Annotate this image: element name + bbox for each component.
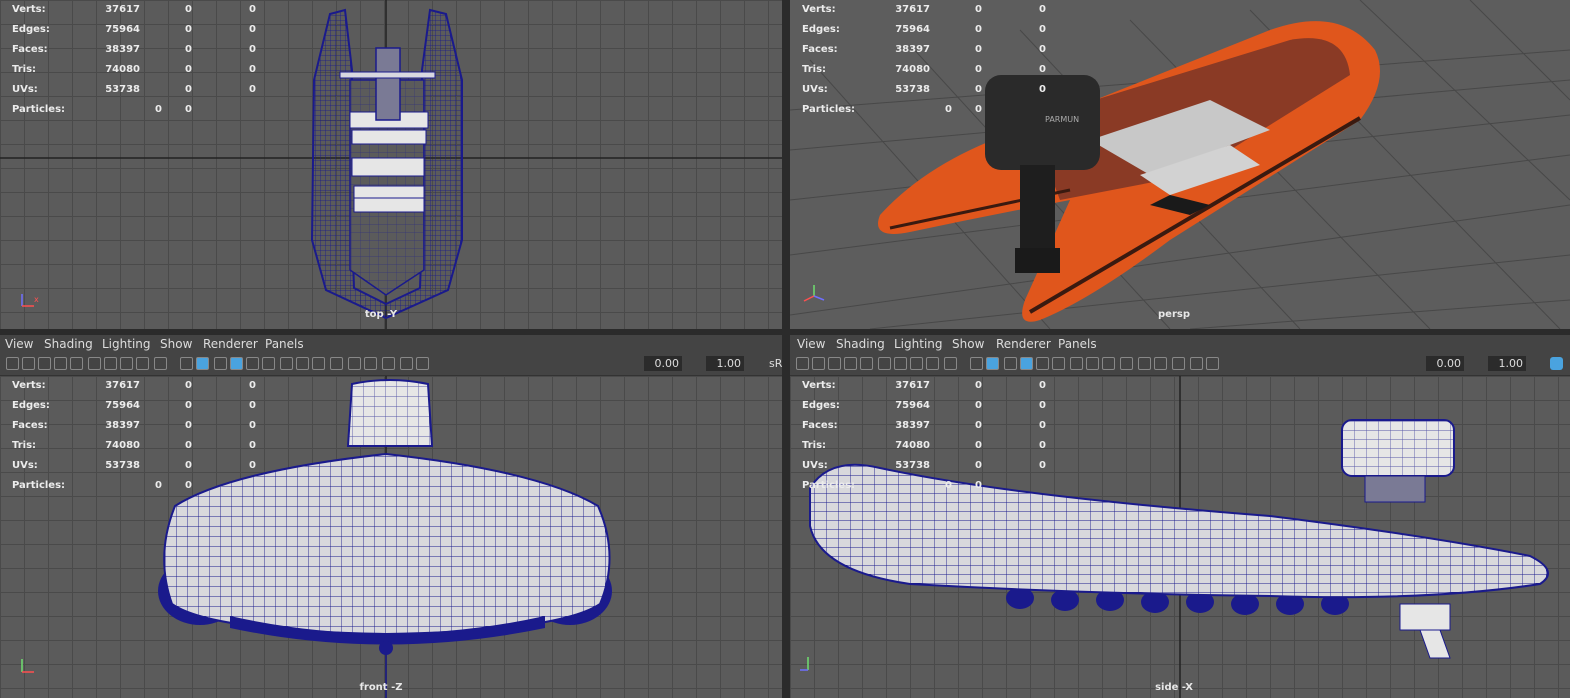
image-plane-icon[interactable] <box>844 357 857 370</box>
viewport-label-persp: persp <box>1158 309 1190 320</box>
gate-mask-icon[interactable] <box>104 357 117 370</box>
boat-persp-model: PARMUN <box>878 21 1380 322</box>
isolate-select-icon[interactable] <box>1154 357 1167 370</box>
motion-blur-icon[interactable] <box>1102 357 1115 370</box>
axis-gizmo-icon <box>803 285 825 302</box>
xray-components-icon[interactable] <box>1206 357 1219 370</box>
color-management-icon[interactable] <box>1550 357 1563 370</box>
resolution-gate-icon[interactable] <box>88 357 101 370</box>
panel-toolbar-front: 0.00 1.00 sR <box>0 353 782 376</box>
safe-title-icon[interactable] <box>154 357 167 370</box>
shadows-icon[interactable] <box>1070 357 1083 370</box>
axis-gizmo-icon <box>21 659 34 673</box>
menu-panels[interactable]: Panels <box>265 337 304 351</box>
menu-lighting[interactable]: Lighting <box>894 337 943 351</box>
viewport-label-top: top -Y <box>364 309 398 320</box>
grid-toggle-icon[interactable] <box>860 357 873 370</box>
anti-alias-icon[interactable] <box>1120 357 1133 370</box>
axis-gizmo-icon <box>800 657 809 671</box>
ambient-occlusion-icon[interactable] <box>296 357 309 370</box>
panel-menubar-side: View Shading Lighting Show Renderer Pane… <box>790 335 1570 353</box>
textured-icon[interactable] <box>1036 357 1049 370</box>
xray-joints-icon[interactable] <box>400 357 413 370</box>
camera-icon[interactable] <box>6 357 19 370</box>
motion-blur-icon[interactable] <box>312 357 325 370</box>
menu-panels[interactable]: Panels <box>1058 337 1097 351</box>
use-lights-icon[interactable] <box>262 357 275 370</box>
menu-view[interactable]: View <box>797 337 825 351</box>
camera-attrs-icon[interactable] <box>812 357 825 370</box>
camera-attrs-icon[interactable] <box>22 357 35 370</box>
viewport-side[interactable]: Verts: 37617 0 0 Edges: 75964 0 0 Faces: 38397 0… <box>790 376 1570 698</box>
menu-shading[interactable]: Shading <box>836 337 885 351</box>
panel-toolbar-side: 0.00 1.00 <box>790 353 1570 376</box>
bookmark-icon[interactable] <box>828 357 841 370</box>
textured-icon[interactable] <box>246 357 259 370</box>
gate-mask-icon[interactable] <box>894 357 907 370</box>
depth-of-field-icon[interactable] <box>348 357 361 370</box>
viewport-front[interactable]: Verts: 37617 0 0 Edges: 75964 0 0 Faces: 38397 0… <box>0 376 782 698</box>
wireframe-icon[interactable] <box>180 357 193 370</box>
svg-text:PARMUN: PARMUN <box>1045 115 1079 124</box>
gamma-field[interactable]: 1.00 <box>1488 356 1526 371</box>
default-material-icon[interactable] <box>1004 357 1017 370</box>
wireframe-icon[interactable] <box>970 357 983 370</box>
isolate-select-icon[interactable] <box>364 357 377 370</box>
field-chart-icon[interactable] <box>910 357 923 370</box>
ambient-occlusion-icon[interactable] <box>1086 357 1099 370</box>
bookmark-icon[interactable] <box>38 357 51 370</box>
viewport-label-side: side -X <box>1155 682 1193 693</box>
shadows-icon[interactable] <box>280 357 293 370</box>
wireframe-on-shaded-icon[interactable] <box>1020 357 1033 370</box>
panel-menubar-front: View Shading Lighting Show Renderer Pane… <box>0 335 782 353</box>
use-lights-icon[interactable] <box>1052 357 1065 370</box>
safe-action-icon[interactable] <box>136 357 149 370</box>
boat-front-wireframe <box>158 379 612 698</box>
safe-title-icon[interactable] <box>944 357 957 370</box>
safe-action-icon[interactable] <box>926 357 939 370</box>
exposure-field[interactable]: 0.00 <box>1426 356 1464 371</box>
xray-icon[interactable] <box>1172 357 1185 370</box>
xray-components-icon[interactable] <box>416 357 429 370</box>
smooth-shade-icon[interactable] <box>986 357 999 370</box>
boat-side-wireframe <box>809 419 1549 659</box>
depth-of-field-icon[interactable] <box>1138 357 1151 370</box>
menu-show[interactable]: Show <box>952 337 984 351</box>
wireframe-on-shaded-icon[interactable] <box>230 357 243 370</box>
viewport-splitter-vertical[interactable] <box>782 0 790 698</box>
field-chart-icon[interactable] <box>120 357 133 370</box>
gamma-field[interactable]: 1.00 <box>706 356 744 371</box>
exposure-field[interactable]: 0.00 <box>644 356 682 371</box>
svg-text:x: x <box>34 295 39 304</box>
grid-toggle-icon[interactable] <box>70 357 83 370</box>
menu-shading[interactable]: Shading <box>44 337 93 351</box>
menu-lighting[interactable]: Lighting <box>102 337 151 351</box>
viewport-persp[interactable]: PARMUN Verts: 37617 0 0 Edges: 75964 0 0 Faces… <box>790 0 1570 329</box>
camera-icon[interactable] <box>796 357 809 370</box>
boat-top-wireframe <box>310 8 463 320</box>
menu-show[interactable]: Show <box>160 337 192 351</box>
colorspace-label[interactable]: sR <box>769 357 782 370</box>
axis-gizmo-icon: x <box>21 294 39 307</box>
smooth-shade-icon[interactable] <box>196 357 209 370</box>
viewport-top[interactable]: Verts: 37617 0 0 Edges: 75964 0 0 Faces: 38397 0… <box>0 0 782 329</box>
xray-icon[interactable] <box>382 357 395 370</box>
menu-renderer[interactable]: Renderer <box>996 337 1051 351</box>
default-material-icon[interactable] <box>214 357 227 370</box>
resolution-gate-icon[interactable] <box>878 357 891 370</box>
image-plane-icon[interactable] <box>54 357 67 370</box>
menu-renderer[interactable]: Renderer <box>203 337 258 351</box>
menu-view[interactable]: View <box>5 337 33 351</box>
xray-joints-icon[interactable] <box>1190 357 1203 370</box>
anti-alias-icon[interactable] <box>330 357 343 370</box>
viewport-label-front: front -Z <box>359 682 403 693</box>
